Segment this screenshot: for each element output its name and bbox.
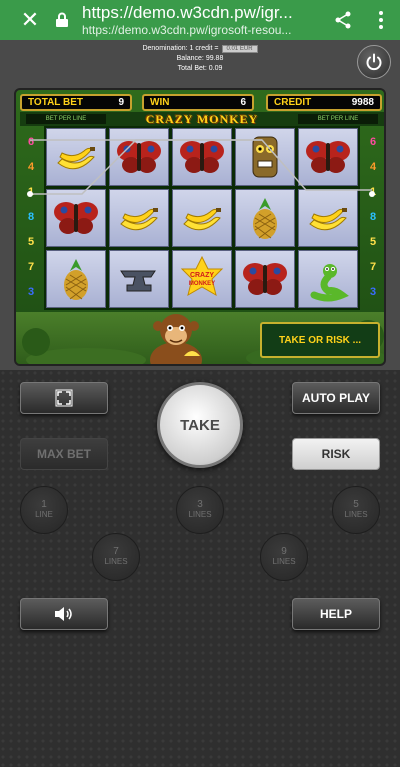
reel-column: CRAZY MONKEY: [172, 128, 232, 308]
svg-text:CRAZY: CRAZY: [190, 272, 214, 279]
speaker-icon: [55, 607, 72, 621]
credit-panel: CREDIT 9988: [266, 94, 382, 111]
win-panel: WIN 6: [142, 94, 254, 111]
total-bet-label: TOTAL BET: [28, 97, 83, 108]
payline-number: 8: [27, 211, 35, 223]
payline-number: 1: [27, 186, 35, 198]
line-button-label: LINES: [188, 510, 212, 519]
payline-number: 4: [27, 161, 35, 173]
win-label: WIN: [150, 97, 170, 108]
line-button-number: 7: [113, 546, 119, 557]
browser-bar: ✕ https://demo.w3cdn.pw/igr... https://d…: [0, 0, 400, 40]
payline-number: 8: [369, 211, 377, 223]
line-button-number: 5: [353, 499, 359, 510]
banana-symbol: [109, 189, 169, 247]
power-button[interactable]: [357, 45, 391, 79]
line-button-label: LINES: [272, 557, 296, 566]
help-button[interactable]: HELP: [292, 598, 380, 630]
lock-icon: [50, 0, 74, 40]
sound-button[interactable]: [20, 598, 108, 630]
line-button-1[interactable]: 1 LINE: [20, 486, 68, 534]
game-title: CRAZY MONKEY: [145, 111, 259, 126]
credit-value: 9988: [351, 97, 374, 108]
denomination-label: Denomination: 1 credit =: [142, 45, 219, 52]
payline-number: 3: [27, 286, 35, 298]
bet-per-line-left: BET PER LINE: [26, 114, 106, 124]
payline-number: 7: [27, 261, 35, 273]
total-bet-panel: TOTAL BET 9: [20, 94, 132, 111]
totem-symbol: [235, 128, 295, 186]
reels: CRAZY MONKEY: [44, 126, 360, 310]
payline-number: 3: [369, 286, 377, 298]
fullscreen-button[interactable]: [20, 382, 108, 414]
banana-symbol: [298, 189, 358, 247]
pineapple-symbol: [235, 189, 295, 247]
banana-symbol: [172, 189, 232, 247]
line-button-3[interactable]: 3 LINES: [176, 486, 224, 534]
payline-number: 5: [27, 236, 35, 248]
line-button-label: LINES: [104, 557, 128, 566]
reel-column: [109, 128, 169, 308]
payline-number: 6: [369, 136, 377, 148]
payline-number: 4: [369, 161, 377, 173]
total-bet-value: 9: [118, 97, 124, 108]
risk-button[interactable]: RISK: [292, 438, 380, 470]
svg-text:MONKEY: MONKEY: [189, 281, 215, 287]
butterfly-symbol: [172, 128, 232, 186]
line-button-label: LINE: [35, 510, 53, 519]
title-strip: BET PER LINE CRAZY MONKEY BET PER LINE: [20, 112, 384, 126]
line-button-number: 1: [41, 499, 47, 510]
butterfly-symbol: [298, 128, 358, 186]
pineapple-symbol: [46, 250, 106, 308]
line-button-number: 9: [281, 546, 287, 557]
fullscreen-icon: [55, 389, 73, 407]
butterfly-symbol: [109, 128, 169, 186]
butterfly-symbol: [46, 189, 106, 247]
auto-play-button[interactable]: AUTO PLAY: [292, 382, 380, 414]
bet-per-line-right: BET PER LINE: [298, 114, 378, 124]
total-bet-text: Total Bet: 0.09: [177, 65, 223, 72]
credit-label: CREDIT: [274, 97, 312, 108]
butterfly-symbol: [235, 250, 295, 308]
account-info: Denomination: 1 credit = 0.01 EUR Balanc…: [0, 44, 400, 74]
payline-number: 1: [369, 186, 377, 198]
anvil-symbol: [109, 250, 169, 308]
url-title[interactable]: https://demo.w3cdn.pw/igr...: [82, 3, 324, 23]
reel-column: [235, 128, 295, 308]
max-bet-button[interactable]: MAX BET: [20, 438, 108, 470]
take-button[interactable]: TAKE: [157, 382, 243, 468]
take-or-risk-message: TAKE OR RISK ...: [260, 322, 380, 358]
crazy-monkey-symbol: CRAZY MONKEY: [172, 250, 232, 308]
line-button-label: LINES: [344, 510, 368, 519]
win-value: 6: [240, 97, 246, 108]
payline-number: 6: [27, 136, 35, 148]
close-icon[interactable]: ✕: [14, 0, 46, 40]
payline-number: 5: [369, 236, 377, 248]
line-button-9[interactable]: 9 LINES: [260, 533, 308, 581]
line-button-number: 3: [197, 499, 203, 510]
denomination-select[interactable]: 0.01 EUR: [221, 45, 258, 53]
reel-column: [46, 128, 106, 308]
url-subtitle: https://demo.w3cdn.pw/igrosoft-resou...: [82, 23, 292, 37]
share-icon[interactable]: [324, 0, 362, 40]
payline-number: 7: [369, 261, 377, 273]
balance-text: Balance: 99.88: [176, 55, 224, 62]
line-button-5[interactable]: 5 LINES: [332, 486, 380, 534]
more-options-icon[interactable]: [362, 0, 400, 40]
power-icon: [366, 53, 382, 71]
slot-machine: TOTAL BET 9 WIN 6 CREDIT 9988 BET PER LI…: [14, 88, 386, 366]
snake-symbol: [298, 250, 358, 308]
line-button-7[interactable]: 7 LINES: [92, 533, 140, 581]
reel-column: [298, 128, 358, 308]
banana-symbol: [46, 128, 106, 186]
